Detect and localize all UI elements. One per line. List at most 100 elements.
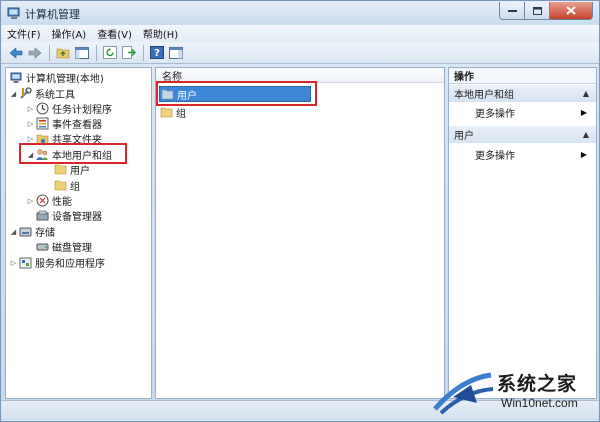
action-more-actions-2[interactable]: 更多操作 ▶ <box>449 146 596 162</box>
minimize-icon <box>507 9 517 12</box>
window-title: 计算机管理 <box>25 8 80 21</box>
maximize-button[interactable] <box>525 2 550 20</box>
watermark-url: Win10net.com <box>501 396 578 410</box>
caption-buttons <box>499 2 593 20</box>
collapse-up-icon[interactable]: ▲ <box>583 89 589 98</box>
forward-arrow-icon <box>28 46 41 59</box>
expand-arrow-icon[interactable]: ▷ <box>26 135 35 143</box>
tree-label: 用户 <box>70 166 90 177</box>
action-label: 更多操作 <box>475 150 515 162</box>
close-icon <box>566 6 576 15</box>
action-more-actions-1[interactable]: 更多操作 ▶ <box>449 104 596 120</box>
toolbar-separator <box>49 44 50 61</box>
folder-icon <box>53 163 67 176</box>
menu-action[interactable]: 操作(A) <box>52 26 87 41</box>
folder-icon <box>159 106 173 119</box>
tree-item-groups[interactable]: 组 <box>53 178 80 193</box>
svg-text:?: ? <box>154 48 160 59</box>
close-button[interactable] <box>550 2 593 20</box>
tree-label: 设备管理器 <box>52 212 102 223</box>
expand-arrow-icon[interactable]: ▷ <box>26 197 35 205</box>
forward-button[interactable] <box>26 44 43 61</box>
tree-item-storage[interactable]: ◢ 存储 <box>9 224 55 239</box>
actions-title: 操作 <box>449 68 596 84</box>
tree-label: 任务计划程序 <box>52 105 112 116</box>
menu-bar: 文件(F) 操作(A) 查看(V) 帮助(H) <box>1 25 599 42</box>
toolbar-separator <box>96 44 97 61</box>
folder-up-icon <box>56 48 69 59</box>
action-label: 更多操作 <box>475 108 515 120</box>
console-tree-icon <box>74 46 89 59</box>
action-group-label: 本地用户和组 <box>454 90 514 101</box>
back-button[interactable] <box>7 44 24 61</box>
tree-item-disk-management[interactable]: 磁盘管理 <box>35 239 92 254</box>
tree-label: 系统工具 <box>35 90 75 101</box>
maximize-icon <box>532 6 542 15</box>
action-group-local-users[interactable]: 本地用户和组 ▲ <box>449 85 596 102</box>
storage-icon <box>18 225 32 238</box>
tree-label: 存储 <box>35 228 55 239</box>
tree-label: 组 <box>70 182 80 193</box>
help-icon: ? <box>149 46 164 59</box>
tree-item-event-viewer[interactable]: ▷ 事件查看器 <box>26 116 102 131</box>
submenu-arrow-icon: ▶ <box>580 107 587 117</box>
expand-arrow-icon[interactable]: ▷ <box>26 105 35 113</box>
expand-arrow-icon[interactable]: ▷ <box>9 259 18 267</box>
watermark-name: 系统之家 <box>497 373 578 395</box>
back-arrow-icon <box>9 46 22 59</box>
refresh-button[interactable] <box>101 44 118 61</box>
highlight-box-local-users <box>19 143 127 164</box>
help-button[interactable]: ? <box>148 44 165 61</box>
expand-arrow-icon[interactable]: ▷ <box>26 120 35 128</box>
results-list-pane[interactable]: 名称 用户 组 <box>155 67 445 399</box>
collapse-arrow-icon[interactable]: ◢ <box>9 90 18 98</box>
minimize-button[interactable] <box>499 2 525 20</box>
tree-item-root[interactable]: 计算机管理(本地) <box>9 70 104 85</box>
tree-label: 服务和应用程序 <box>35 259 105 270</box>
console-tree-pane[interactable]: 计算机管理(本地) ◢ 系统工具 ▷ 任务计划程序 ▷ 事件查看器 ▷ 共享文件… <box>5 67 152 399</box>
clock-icon <box>35 102 49 115</box>
export-icon <box>121 46 136 59</box>
menu-view[interactable]: 查看(V) <box>97 26 132 41</box>
services-icon <box>18 256 32 269</box>
folder-icon <box>53 179 67 192</box>
tree-label: 计算机管理(本地) <box>26 74 104 85</box>
tree-item-performance[interactable]: ▷ 性能 <box>26 193 72 208</box>
title-bar[interactable]: 计算机管理 <box>1 1 599 25</box>
show-hide-tree-button[interactable] <box>73 44 90 61</box>
tree-label: 磁盘管理 <box>52 243 92 254</box>
tools-icon <box>18 87 32 100</box>
tree-item-users[interactable]: 用户 <box>53 162 90 177</box>
up-level-button[interactable] <box>54 44 71 61</box>
list-item-groups[interactable]: 组 <box>159 104 186 120</box>
action-pane-icon <box>168 46 183 59</box>
action-group-label: 用户 <box>454 131 474 142</box>
toolbar: ? <box>1 42 599 64</box>
menu-help[interactable]: 帮助(H) <box>143 26 178 41</box>
tree-item-device-manager[interactable]: 设备管理器 <box>35 208 102 223</box>
site-watermark: 系统之家 Win10net.com <box>431 367 599 421</box>
watermark-logo-icon <box>433 372 494 415</box>
export-list-button[interactable] <box>120 44 137 61</box>
list-item-label: 组 <box>176 108 186 120</box>
tree-item-system-tools[interactable]: ◢ 系统工具 <box>9 86 75 101</box>
action-group-users[interactable]: 用户 ▲ <box>449 126 596 143</box>
toolbar-separator <box>143 44 144 61</box>
collapse-arrow-icon[interactable]: ◢ <box>9 228 18 236</box>
submenu-arrow-icon: ▶ <box>580 149 587 159</box>
device-manager-icon <box>35 209 49 222</box>
computer-management-window: 计算机管理 文件(F) 操作(A) 查看(V) 帮助(H) ? 计算机管理(本地… <box>0 0 600 422</box>
tree-label: 性能 <box>52 197 72 208</box>
computer-management-icon <box>9 71 23 84</box>
collapse-up-icon[interactable]: ▲ <box>583 130 589 139</box>
event-viewer-icon <box>35 117 49 130</box>
performance-icon <box>35 194 49 207</box>
actions-pane: 操作 本地用户和组 ▲ 更多操作 ▶ 用户 ▲ 更多操作 ▶ <box>448 67 597 399</box>
refresh-icon <box>102 46 117 59</box>
highlight-box-users <box>156 81 317 106</box>
tree-item-task-scheduler[interactable]: ▷ 任务计划程序 <box>26 101 112 116</box>
show-hide-action-pane-button[interactable] <box>167 44 184 61</box>
menu-file[interactable]: 文件(F) <box>7 26 41 41</box>
tree-label: 事件查看器 <box>52 120 102 131</box>
tree-item-services-apps[interactable]: ▷ 服务和应用程序 <box>9 255 105 270</box>
